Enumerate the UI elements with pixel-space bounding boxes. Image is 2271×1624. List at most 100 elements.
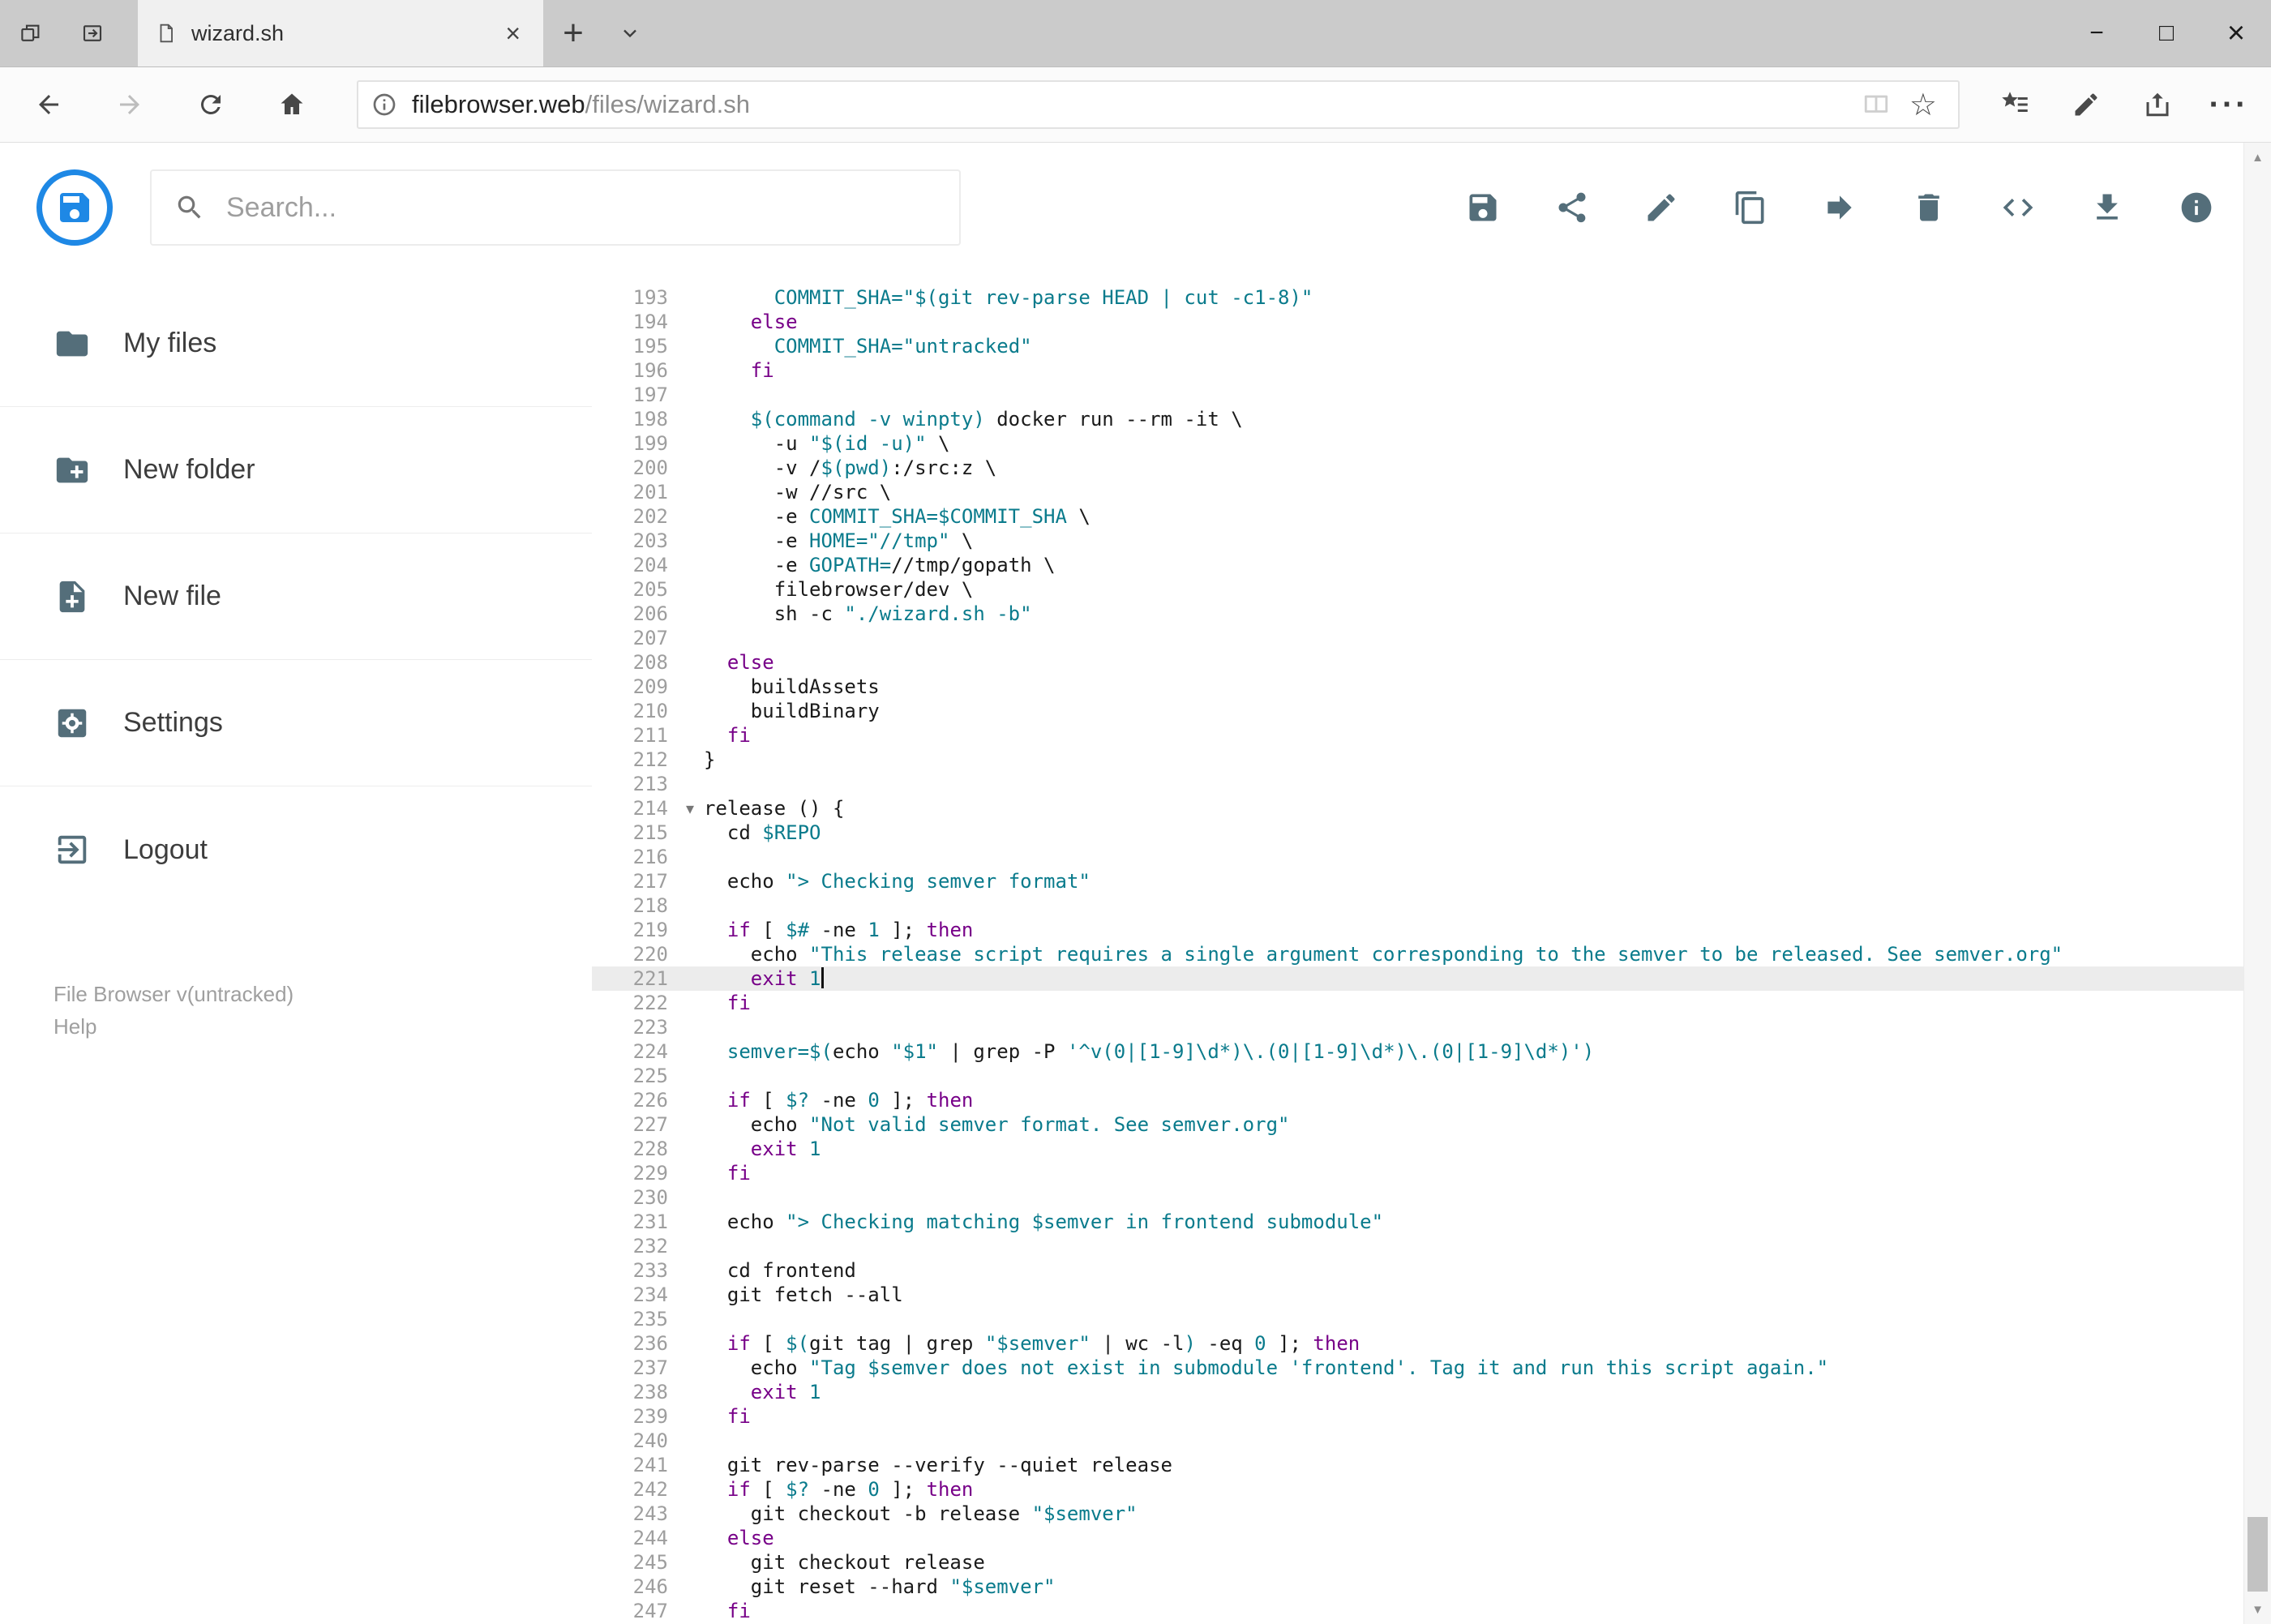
code-line[interactable]: 216 bbox=[592, 845, 2271, 869]
search-box[interactable] bbox=[150, 169, 961, 246]
info-icon[interactable] bbox=[2179, 190, 2214, 225]
code-line[interactable]: 236 if [ $(git tag | grep "$semver" | wc… bbox=[592, 1331, 2271, 1356]
sidebar-item-new-folder[interactable]: New folder bbox=[0, 407, 592, 533]
code-line[interactable]: 244 else bbox=[592, 1526, 2271, 1550]
code-line[interactable]: 212} bbox=[592, 748, 2271, 772]
scroll-up-arrow-icon[interactable]: ▲ bbox=[2244, 143, 2271, 172]
code-line[interactable]: 205 filebrowser/dev \ bbox=[592, 577, 2271, 602]
hub-favorites-icon[interactable] bbox=[1979, 90, 2050, 119]
web-note-pen-icon[interactable] bbox=[2050, 90, 2122, 119]
code-line[interactable]: 245 git checkout release bbox=[592, 1550, 2271, 1575]
code-line[interactable]: 242 if [ $? -ne 0 ]; then bbox=[592, 1477, 2271, 1502]
reading-view-icon[interactable] bbox=[1851, 91, 1901, 118]
code-line[interactable]: 199 -u "$(id -u)" \ bbox=[592, 431, 2271, 456]
code-line[interactable]: 231 echo "> Checking matching $semver in… bbox=[592, 1210, 2271, 1234]
code-line[interactable]: 225 bbox=[592, 1064, 2271, 1088]
code-line[interactable]: 228 exit 1 bbox=[592, 1137, 2271, 1161]
close-window-button[interactable]: × bbox=[2201, 0, 2271, 66]
code-line[interactable]: 213 bbox=[592, 772, 2271, 796]
code-line[interactable]: 246 git reset --hard "$semver" bbox=[592, 1575, 2271, 1599]
maximize-button[interactable]: □ bbox=[2132, 0, 2201, 66]
code-line[interactable]: 217 echo "> Checking semver format" bbox=[592, 869, 2271, 893]
save-icon[interactable] bbox=[1465, 190, 1501, 225]
code-line[interactable]: 233 cd frontend bbox=[592, 1258, 2271, 1283]
code-line[interactable]: 207 bbox=[592, 626, 2271, 650]
code-line[interactable]: 201 -w //src \ bbox=[592, 480, 2271, 504]
code-line[interactable]: 196 fi bbox=[592, 358, 2271, 383]
set-tabs-aside-icon[interactable] bbox=[62, 0, 123, 66]
code-line[interactable]: 227 echo "Not valid semver format. See s… bbox=[592, 1112, 2271, 1137]
code-line[interactable]: 197 bbox=[592, 383, 2271, 407]
code-line[interactable]: 194 else bbox=[592, 310, 2271, 334]
code-line[interactable]: 238 exit 1 bbox=[592, 1380, 2271, 1404]
fold-marker-icon[interactable]: ▾ bbox=[676, 796, 704, 821]
sidebar-item-my-files[interactable]: My files bbox=[0, 281, 592, 407]
code-line[interactable]: 239 fi bbox=[592, 1404, 2271, 1429]
sidebar-item-new-file[interactable]: New file bbox=[0, 533, 592, 660]
code-editor[interactable]: 193 COMMIT_SHA="$(git rev-parse HEAD | c… bbox=[592, 272, 2271, 1624]
back-button[interactable] bbox=[8, 67, 89, 142]
refresh-button[interactable] bbox=[170, 67, 251, 142]
code-line[interactable]: 241 git rev-parse --verify --quiet relea… bbox=[592, 1453, 2271, 1477]
code-line[interactable]: 235 bbox=[592, 1307, 2271, 1331]
share-page-icon[interactable] bbox=[2122, 90, 2193, 119]
site-info-icon[interactable] bbox=[371, 92, 412, 118]
tab-wizard-sh[interactable]: wizard.sh × bbox=[138, 0, 543, 66]
scrollbar-thumb[interactable] bbox=[2247, 1517, 2268, 1592]
sidebar-item-logout[interactable]: Logout bbox=[0, 786, 592, 913]
code-line[interactable]: 204 -e GOPATH=//tmp/gopath \ bbox=[592, 553, 2271, 577]
add-favorite-star-icon[interactable]: ☆ bbox=[1901, 87, 1945, 123]
code-line[interactable]: 206 sh -c "./wizard.sh -b" bbox=[592, 602, 2271, 626]
move-icon[interactable] bbox=[1822, 190, 1858, 225]
code-line[interactable]: 219 if [ $# -ne 1 ]; then bbox=[592, 918, 2271, 942]
sidebar-item-settings[interactable]: Settings bbox=[0, 660, 592, 786]
code-line[interactable]: 224 semver=$(echo "$1" | grep -P '^v(0|[… bbox=[592, 1039, 2271, 1064]
page-scrollbar[interactable]: ▲ ▼ bbox=[2243, 143, 2271, 1624]
code-line[interactable]: 215 cd $REPO bbox=[592, 821, 2271, 845]
home-button[interactable] bbox=[251, 67, 332, 142]
code-line[interactable]: 200 -v /$(pwd):/src:z \ bbox=[592, 456, 2271, 480]
code-line[interactable]: 232 bbox=[592, 1234, 2271, 1258]
code-line[interactable]: 234 git fetch --all bbox=[592, 1283, 2271, 1307]
scroll-down-arrow-icon[interactable]: ▼ bbox=[2244, 1595, 2271, 1624]
code-line[interactable]: 229 fi bbox=[592, 1161, 2271, 1185]
copy-icon[interactable] bbox=[1733, 190, 1768, 225]
filebrowser-logo-icon[interactable] bbox=[36, 169, 113, 246]
minimize-button[interactable]: − bbox=[2062, 0, 2132, 66]
code-line[interactable]: 237 echo "Tag $semver does not exist in … bbox=[592, 1356, 2271, 1380]
tab-preview-chevron-icon[interactable] bbox=[603, 0, 657, 66]
code-line[interactable]: 202 -e COMMIT_SHA=$COMMIT_SHA \ bbox=[592, 504, 2271, 529]
code-line[interactable]: 221 exit 1 bbox=[592, 966, 2271, 991]
delete-icon[interactable] bbox=[1911, 190, 1947, 225]
code-line[interactable]: 208 else bbox=[592, 650, 2271, 675]
code-line[interactable]: 220 echo "This release script requires a… bbox=[592, 942, 2271, 966]
code-line[interactable]: 243 git checkout -b release "$semver" bbox=[592, 1502, 2271, 1526]
code-line[interactable]: 214 ▾ release () { bbox=[592, 796, 2271, 821]
rename-icon[interactable] bbox=[1643, 190, 1679, 225]
code-line[interactable]: 230 bbox=[592, 1185, 2271, 1210]
source-code-icon[interactable] bbox=[2000, 190, 2036, 225]
code-line[interactable]: 211 fi bbox=[592, 723, 2271, 748]
search-input[interactable] bbox=[226, 191, 936, 224]
forward-button[interactable] bbox=[89, 67, 170, 142]
code-line[interactable]: 195 COMMIT_SHA="untracked" bbox=[592, 334, 2271, 358]
help-link[interactable]: Help bbox=[54, 1010, 592, 1043]
code-line[interactable]: 247 fi bbox=[592, 1599, 2271, 1623]
code-line[interactable]: 193 COMMIT_SHA="$(git rev-parse HEAD | c… bbox=[592, 285, 2271, 310]
new-tab-button[interactable]: + bbox=[543, 0, 603, 66]
code-line[interactable]: 223 bbox=[592, 1015, 2271, 1039]
tabs-set-aside-icon[interactable] bbox=[0, 0, 62, 66]
share-icon[interactable] bbox=[1554, 190, 1590, 225]
code-line[interactable]: 218 bbox=[592, 893, 2271, 918]
code-line[interactable]: 198 $(command -v winpty) docker run --rm… bbox=[592, 407, 2271, 431]
code-line[interactable]: 203 -e HOME="//tmp" \ bbox=[592, 529, 2271, 553]
code-line[interactable]: 240 bbox=[592, 1429, 2271, 1453]
download-icon[interactable] bbox=[2089, 190, 2125, 225]
more-options-icon[interactable]: ··· bbox=[2193, 87, 2265, 123]
code-line[interactable]: 210 buildBinary bbox=[592, 699, 2271, 723]
code-line[interactable]: 226 if [ $? -ne 0 ]; then bbox=[592, 1088, 2271, 1112]
tab-close-icon[interactable]: × bbox=[500, 19, 525, 49]
code-line[interactable]: 222 fi bbox=[592, 991, 2271, 1015]
code-line[interactable]: 209 buildAssets bbox=[592, 675, 2271, 699]
address-bar[interactable]: filebrowser.web/files/wizard.sh ☆ bbox=[357, 80, 1960, 129]
